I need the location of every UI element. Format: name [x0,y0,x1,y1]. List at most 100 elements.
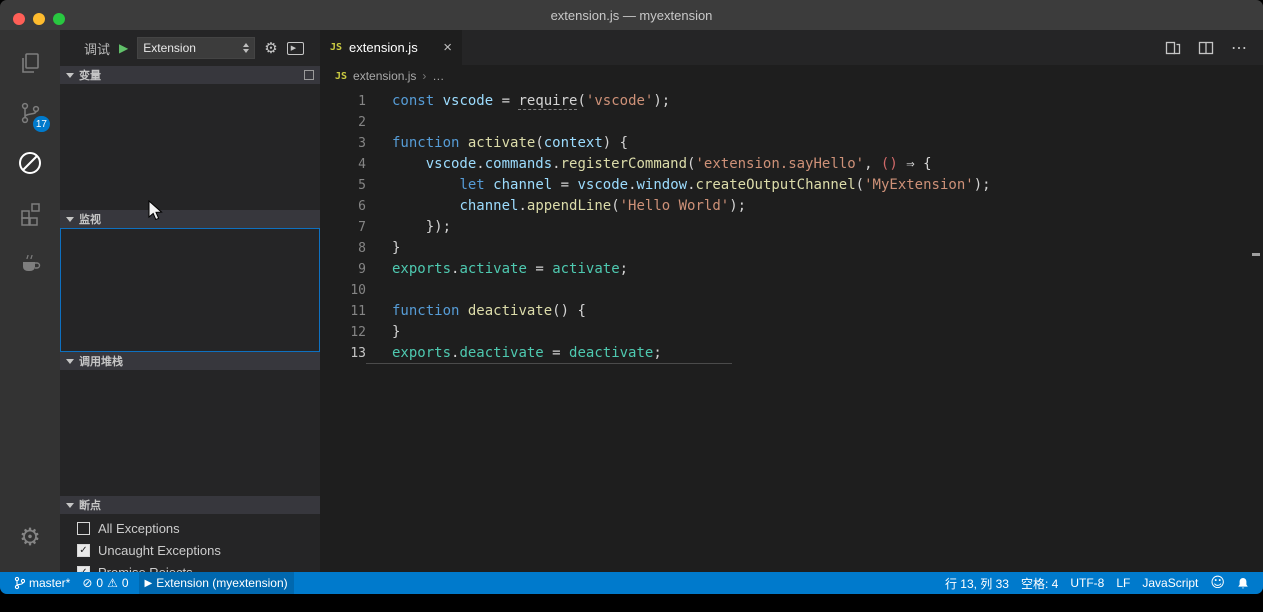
code-line[interactable]: 2 [320,112,1263,133]
code-token: . [476,156,484,172]
line-content[interactable]: let channel = vscode.window.createOutput… [366,175,991,196]
eol-item[interactable]: LF [1110,572,1136,594]
callstack-body[interactable] [60,370,320,496]
line-number[interactable]: 1 [320,91,366,112]
encoding-item[interactable]: UTF-8 [1064,572,1110,594]
code-line[interactable]: 3function activate(context) { [320,133,1263,154]
line-content[interactable]: exports.deactivate = deactivate; [366,343,732,364]
line-content[interactable]: function deactivate() { [366,301,586,322]
minimize-window-button[interactable] [33,13,45,25]
code-line[interactable]: 12} [320,322,1263,343]
breakpoint-checkbox[interactable]: ✓ [77,544,90,557]
tab-close-icon[interactable]: × [443,39,452,56]
breadcrumb-symbol[interactable]: … [432,69,444,83]
more-actions-icon[interactable]: ⋯ [1231,38,1248,58]
code-line[interactable]: 10 [320,280,1263,301]
line-number[interactable]: 10 [320,280,366,301]
maximize-window-button[interactable] [53,13,65,25]
line-number[interactable]: 12 [320,322,366,343]
code-token: }); [392,219,451,235]
code-line[interactable]: 8} [320,238,1263,259]
code-token: . [687,177,695,193]
activitybar-source-control[interactable]: 17 [0,88,60,138]
activitybar-debug[interactable] [0,138,60,188]
scm-badge: 17 [33,116,50,132]
code-line[interactable]: 11function deactivate() { [320,301,1263,322]
breadcrumb-separator-icon: › [422,69,426,83]
line-number[interactable]: 5 [320,175,366,196]
debug-config-dropdown[interactable]: Extension [137,37,255,59]
code-token: . [518,198,526,214]
split-editor-icon[interactable] [1198,40,1214,56]
line-content[interactable] [366,112,392,133]
variables-body[interactable] [60,84,320,210]
code-token: 'Hello World' [620,198,730,214]
section-breakpoints[interactable]: 断点 [60,496,320,514]
debug-target-item[interactable]: ▶ Extension (myextension) [139,572,294,594]
close-window-button[interactable] [13,13,25,25]
line-content[interactable]: vscode.commands.registerCommand('extensi… [366,154,932,175]
feedback-item[interactable]: ☺ [1204,572,1231,594]
code-token: let [459,177,484,193]
line-number[interactable]: 4 [320,154,366,175]
debug-console-icon[interactable]: ▶ [287,42,304,55]
breakpoint-item[interactable]: ✓Promise Rejects [60,561,320,572]
configure-gear-icon[interactable]: ⚙ [264,39,277,57]
cursor-position-item[interactable]: 行 13, 列 33 [939,572,1015,594]
section-callstack[interactable]: 调用堆栈 [60,352,320,370]
line-number[interactable]: 9 [320,259,366,280]
vscode-window: extension.js — myextension 17 [0,0,1263,594]
line-content[interactable]: const vscode = require('vscode'); [366,91,670,112]
code-line[interactable]: 5 let channel = vscode.window.createOutp… [320,175,1263,196]
line-number[interactable]: 6 [320,196,366,217]
line-content[interactable]: } [366,238,400,259]
git-branch-item[interactable]: master* [8,572,76,594]
activitybar-explorer[interactable] [0,38,60,88]
code-line[interactable]: 4 vscode.commands.registerCommand('exten… [320,154,1263,175]
line-number[interactable]: 13 [320,343,366,364]
line-number[interactable]: 3 [320,133,366,154]
line-content[interactable]: } [366,322,400,343]
code-line[interactable]: 13exports.deactivate = deactivate; [320,343,1263,364]
code-token: activate [552,261,619,277]
problems-item[interactable]: ⊘ 0 ⚠ 0 [76,572,134,594]
breadcrumb-file[interactable]: extension.js [353,69,416,83]
line-content[interactable]: }); [366,217,451,238]
code-token: ); [974,177,991,193]
start-debug-button[interactable]: ▶ [119,41,128,55]
code-line[interactable]: 9exports.activate = activate; [320,259,1263,280]
line-number[interactable]: 7 [320,217,366,238]
code-token [392,156,426,172]
tab-extension-js[interactable]: JS extension.js × [320,30,462,65]
line-number[interactable]: 11 [320,301,366,322]
code-token [434,93,442,109]
line-number[interactable]: 8 [320,238,366,259]
code-token: deactivate [569,345,653,361]
watch-body[interactable] [60,228,320,352]
activity-bar: 17 [0,30,60,572]
line-content[interactable]: channel.appendLine('Hello World'); [366,196,746,217]
code-area[interactable]: 1const vscode = require('vscode');23func… [320,87,1263,572]
line-content[interactable]: function activate(context) { [366,133,628,154]
code-line[interactable]: 7 }); [320,217,1263,238]
section-variables[interactable]: 变量 [60,66,320,84]
section-watch[interactable]: 监视 [60,210,320,228]
play-icon: ▶ [145,578,153,589]
line-content[interactable]: exports.activate = activate; [366,259,628,280]
breakpoint-item[interactable]: ✓Uncaught Exceptions [60,539,320,561]
open-changes-icon[interactable] [1165,40,1181,56]
breakpoint-item[interactable]: All Exceptions [60,517,320,539]
notifications-item[interactable] [1231,572,1255,594]
language-mode-item[interactable]: JavaScript [1136,572,1204,594]
breakpoint-checkbox[interactable] [77,522,90,535]
settings-gear-button[interactable]: ⚙ [0,512,60,562]
activitybar-cup-extension[interactable] [0,238,60,288]
variables-action-icon[interactable] [304,70,314,80]
indentation-item[interactable]: 空格: 4 [1015,572,1064,594]
line-number[interactable]: 2 [320,112,366,133]
code-line[interactable]: 6 channel.appendLine('Hello World'); [320,196,1263,217]
line-content[interactable] [366,280,392,301]
code-token: () [881,156,898,172]
code-line[interactable]: 1const vscode = require('vscode'); [320,91,1263,112]
activitybar-extensions[interactable] [0,188,60,238]
